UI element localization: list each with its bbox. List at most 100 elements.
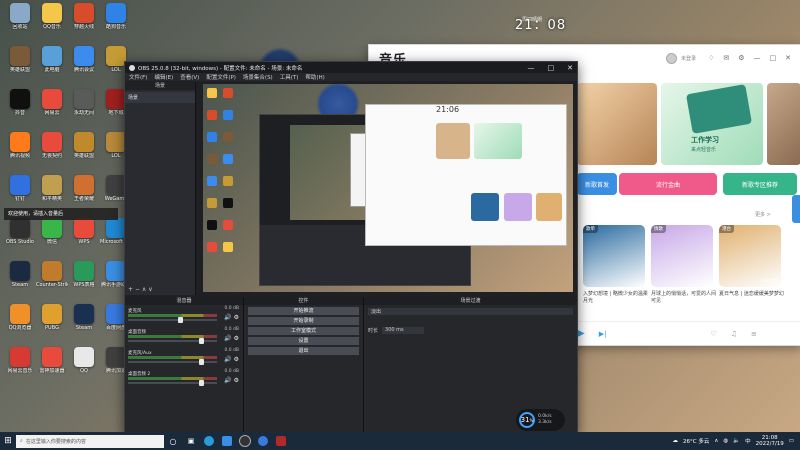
desktop-icon[interactable]: PUBG [36,304,68,331]
weather-icon[interactable]: ☁ [673,438,679,444]
tray-clock[interactable]: 21:08 2022/7/19 [756,435,784,447]
desktop-icon[interactable]: Counter-Strike Global [36,261,68,288]
desktop-icon[interactable]: 无畏契约 [36,132,68,159]
more-link[interactable]: 更多 > [755,211,771,218]
menu-item[interactable]: 查看(V) [180,73,199,81]
desktop-icon[interactable]: 永劫无间 [68,89,100,116]
control-button[interactable]: 开始推流 [248,307,359,315]
slider-handle[interactable] [199,359,205,365]
volume-icon[interactable]: 🔈 [733,438,740,444]
desktop-icon[interactable]: 回收站 [4,3,36,30]
speaker-icon[interactable]: 🔊 [224,356,231,363]
minimize-icon[interactable]: — [754,54,761,62]
duration-input[interactable]: 300 ms [382,327,424,334]
desktop-icon[interactable]: 王者荣耀 [68,175,100,202]
close-icon[interactable]: ✕ [567,64,573,72]
desktop-icon[interactable]: 和平精英 [36,175,68,202]
speaker-icon[interactable]: 🔊 [224,335,231,342]
notification-icon[interactable]: ▭ [789,438,794,444]
task-view-icon[interactable]: ○ [164,432,182,450]
desktop-icon[interactable]: 雷神加速器 [36,347,68,374]
chevron-up-icon[interactable]: ∧ [714,438,718,444]
heart-icon[interactable]: ♡ [710,330,716,338]
speaker-icon[interactable]: 🔊 [224,314,231,321]
obs-titlebar[interactable]: OBS 25.0.8 (32-bit, windows) - 配置文件: 未命名… [125,62,577,73]
volume-slider[interactable] [128,359,217,365]
desktop-icon[interactable]: 网易云音乐 [4,347,36,374]
gear-icon[interactable]: ⚙ [234,335,239,342]
next-icon[interactable]: ▶| [599,330,607,338]
card-caption[interactable]: 月球上的悄悄话，可爱的人间可见 [651,291,717,305]
music-app-icon[interactable] [218,432,236,450]
shirt-icon[interactable]: ♢ [708,54,714,62]
edge-icon[interactable] [200,432,218,450]
up-icon[interactable]: ∧ [142,286,146,293]
obs-taskbar-icon[interactable] [236,432,254,450]
speaker-icon[interactable]: 🔊 [224,377,231,384]
volume-slider[interactable] [128,338,217,344]
desktop-icon[interactable]: OBS Studio [4,218,36,245]
obs-preview[interactable]: 21:06 [203,84,573,292]
card-caption[interactable]: 夏日气息 | 迷恋缓缓美梦梦幻 [719,291,785,298]
desktop-icon[interactable]: WPS [68,218,100,245]
maximize-icon[interactable]: □ [770,54,777,62]
taskview-button-icon[interactable]: ▣ [182,432,200,450]
ime-icon[interactable]: 中 [745,437,751,445]
control-button[interactable]: 开始录制 [248,317,359,325]
category-tile[interactable]: 流行金曲 [619,173,717,195]
close-icon[interactable]: ✕ [785,54,791,62]
obs-window[interactable]: OBS 25.0.8 (32-bit, windows) - 配置文件: 未命名… [124,61,578,436]
down-icon[interactable]: ∨ [148,286,152,293]
playlist-card[interactable]: 情歌 [651,225,713,287]
menu-item[interactable]: 场景集合(S) [243,73,273,81]
control-button[interactable]: 工作室模式 [248,327,359,335]
control-button[interactable]: 退出 [248,347,359,355]
settings-icon[interactable]: ⚙ [738,54,744,62]
volume-slider[interactable] [128,380,217,386]
playlist-card[interactable]: 歌单 [583,225,645,287]
add-icon[interactable]: + [128,286,133,293]
desktop-icon[interactable]: 英雄联盟 [4,46,36,73]
desktop-icon[interactable]: 钉钉 [4,175,36,202]
banner-right[interactable] [767,83,800,165]
desktop-icon[interactable]: QQ浏览器 [4,304,36,331]
lyrics-icon[interactable]: ♫ [731,330,737,338]
desktop-icon[interactable]: 此电脑 [36,46,68,73]
game-icon[interactable] [272,432,290,450]
volume-slider[interactable] [128,317,217,323]
desktop-icon[interactable]: 酷狗音乐 [100,3,132,30]
gear-icon[interactable]: ⚙ [234,377,239,384]
desktop-icon[interactable]: Steam [68,304,100,331]
side-tab[interactable] [792,195,800,223]
control-button[interactable]: 设置 [248,337,359,345]
desktop-icon[interactable]: Steam [4,261,36,288]
desktop-icon[interactable]: QQ [68,347,100,374]
network-icon[interactable]: ◍ [723,438,728,444]
avatar[interactable] [666,52,678,64]
slider-handle[interactable] [199,380,205,386]
desktop-icon[interactable]: 微信 [36,218,68,245]
browser-icon[interactable] [254,432,272,450]
card-caption[interactable]: 入梦幻想境 | 略微少女的温柔月光 [583,291,649,305]
desktop-icon[interactable]: 网易云 [36,89,68,116]
desktop-icon[interactable]: 穿越火线 [68,3,100,30]
banner-main[interactable]: 工作学习 来点轻音乐 [661,83,763,165]
slider-handle[interactable] [199,338,205,344]
scene-item[interactable]: 场景 [125,92,195,103]
menu-item[interactable]: 配置文件(P) [206,73,236,81]
fade-select[interactable]: 淡出 [368,308,573,315]
desktop-icon[interactable]: 抖音 [4,89,36,116]
remove-icon[interactable]: − [135,286,140,293]
category-tile[interactable]: 新歌专区推荐 [723,173,797,195]
slider-handle[interactable] [177,317,183,323]
taskbar-search[interactable]: ⌕ 在这里输入你要搜索的内容 [16,434,164,448]
playlist-card[interactable]: 港台 288.4万 [719,225,781,287]
tray-weather[interactable]: 26°C 多云 [683,437,709,445]
desktop-icon[interactable]: 腾讯会议 [68,46,100,73]
desktop-icon[interactable]: WPS表格 [68,261,100,288]
desktop-icon[interactable]: QQ音乐 [36,3,68,30]
minimize-icon[interactable]: — [528,64,535,72]
gear-icon[interactable]: ⚙ [234,314,239,321]
user-area[interactable]: 未登录 [666,52,696,64]
maximize-icon[interactable]: □ [548,64,555,72]
